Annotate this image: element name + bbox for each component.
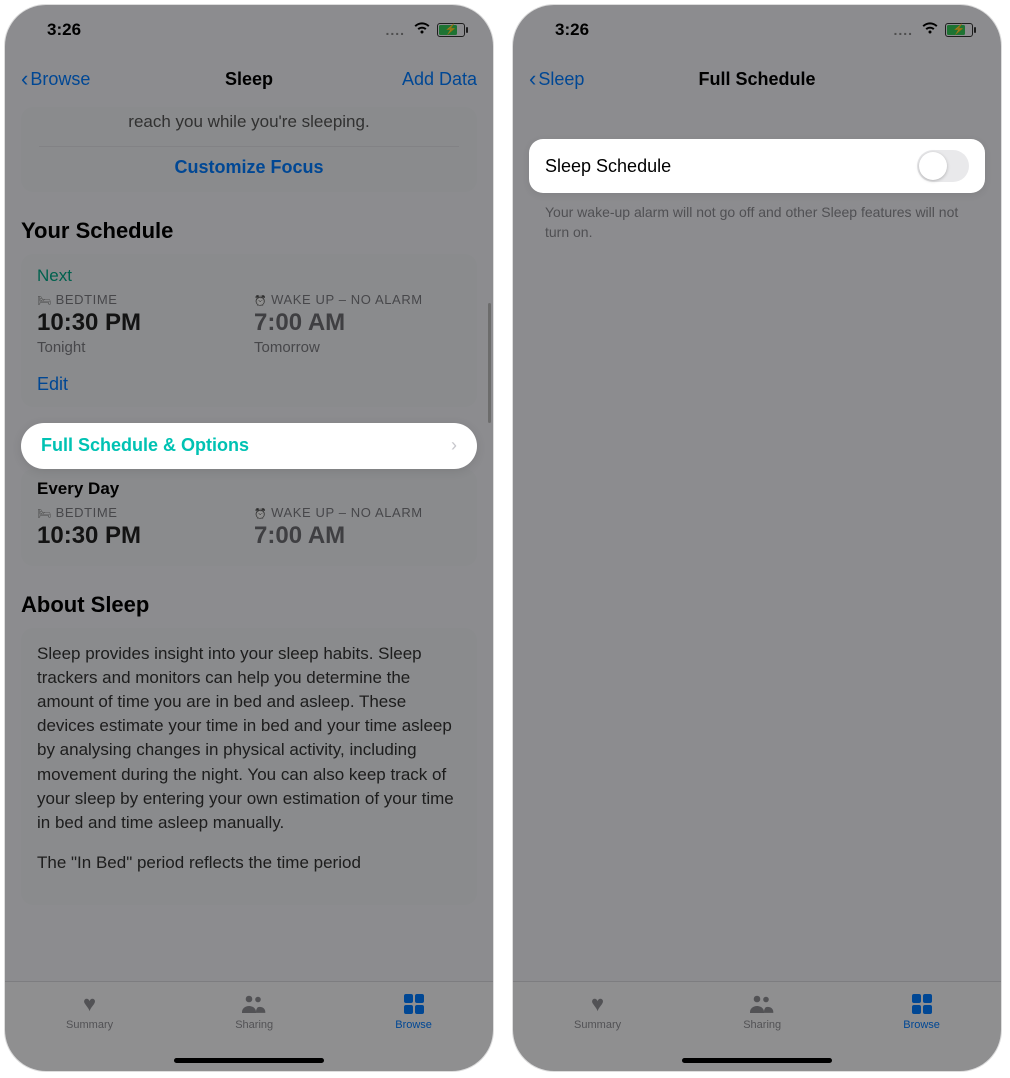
every-wake-label: WAKE UP – NO ALARM	[254, 505, 461, 520]
bedtime-sub: Tonight	[37, 339, 244, 356]
about-paragraph-1: Sleep provides insight into your sleep h…	[37, 642, 461, 835]
tab-sharing[interactable]: Sharing	[743, 992, 781, 1031]
battery-icon: ⚡	[945, 23, 973, 37]
people-icon	[749, 992, 775, 1016]
full-schedule-options-button[interactable]: Full Schedule & Options ›	[21, 423, 477, 469]
every-wake-value: 7:00 AM	[254, 522, 461, 550]
grid-icon	[404, 992, 424, 1016]
edit-button[interactable]: Edit	[37, 374, 461, 395]
bed-icon	[37, 505, 52, 520]
schedule-footer-note: Your wake-up alarm will not go off and o…	[529, 193, 985, 252]
wifi-icon	[921, 20, 939, 40]
about-paragraph-2: The "In Bed" period reflects the time pe…	[37, 851, 461, 875]
tab-sharing[interactable]: Sharing	[235, 992, 273, 1031]
focus-card: reach you while you're sleeping. Customi…	[21, 107, 477, 192]
focus-text: reach you while you're sleeping.	[39, 111, 459, 146]
chevron-right-icon: ›	[451, 435, 457, 456]
sleep-schedule-label: Sleep Schedule	[545, 156, 671, 177]
page-title: Full Schedule	[698, 69, 815, 90]
home-indicator[interactable]	[682, 1058, 832, 1063]
about-sleep-header: About Sleep	[21, 592, 477, 618]
content-area[interactable]: Sleep Schedule Your wake-up alarm will n…	[513, 103, 1001, 981]
status-bar: 3:26 .... ⚡	[513, 5, 1001, 55]
tab-summary[interactable]: ♥ Summary	[574, 992, 621, 1031]
wakeup-value: 7:00 AM	[254, 309, 461, 337]
bed-icon	[37, 292, 52, 307]
phone-full-schedule-screen: 3:26 .... ⚡ ‹ Sleep Full Schedule Sleep …	[512, 4, 1002, 1072]
nav-bar: ‹ Sleep Full Schedule	[513, 55, 1001, 103]
status-bar: 3:26 .... ⚡	[5, 5, 493, 55]
about-sleep-card: Sleep provides insight into your sleep h…	[21, 628, 477, 905]
next-label: Next	[37, 266, 461, 286]
wakeup-sub: Tomorrow	[254, 339, 461, 356]
grid-icon	[912, 992, 932, 1016]
tab-browse[interactable]: Browse	[395, 992, 432, 1031]
home-indicator[interactable]	[174, 1058, 324, 1063]
back-label: Sleep	[538, 69, 584, 90]
wakeup-label: WAKE UP – NO ALARM	[254, 292, 461, 307]
every-day-card: Every Day BEDTIME 10:30 PM WAKE UP – NO …	[21, 469, 477, 566]
every-day-title: Every Day	[37, 479, 461, 499]
content-area[interactable]: reach you while you're sleeping. Customi…	[5, 103, 493, 981]
wifi-icon	[413, 20, 431, 40]
cellular-dots-icon: ....	[385, 22, 405, 38]
sleep-schedule-row: Sleep Schedule	[529, 139, 985, 193]
toggle-knob	[919, 152, 947, 180]
every-bed-label: BEDTIME	[37, 505, 244, 520]
status-time: 3:26	[555, 20, 589, 40]
bedtime-value: 10:30 PM	[37, 309, 244, 337]
people-icon	[241, 992, 267, 1016]
back-label: Browse	[30, 69, 90, 90]
every-bed-value: 10:30 PM	[37, 522, 244, 550]
alarm-icon	[254, 505, 267, 520]
sleep-schedule-toggle[interactable]	[917, 150, 969, 182]
tab-browse[interactable]: Browse	[903, 992, 940, 1031]
back-button[interactable]: ‹ Sleep	[529, 68, 584, 90]
scrollbar[interactable]	[488, 303, 491, 423]
nav-bar: ‹ Browse Sleep Add Data	[5, 55, 493, 103]
add-data-button[interactable]: Add Data	[402, 69, 477, 90]
next-schedule-card: Next BEDTIME 10:30 PM Tonight WAKE UP – …	[21, 254, 477, 407]
heart-icon: ♥	[83, 992, 96, 1016]
chevron-left-icon: ‹	[529, 68, 536, 90]
back-button[interactable]: ‹ Browse	[21, 68, 90, 90]
customize-focus-button[interactable]: Customize Focus	[39, 146, 459, 178]
bedtime-label: BEDTIME	[37, 292, 244, 307]
your-schedule-header: Your Schedule	[21, 218, 477, 244]
battery-icon: ⚡	[437, 23, 465, 37]
tab-summary[interactable]: ♥ Summary	[66, 992, 113, 1031]
tab-bar: ♥ Summary Sharing Browse	[5, 981, 493, 1071]
status-time: 3:26	[47, 20, 81, 40]
cellular-dots-icon: ....	[893, 22, 913, 38]
heart-icon: ♥	[591, 992, 604, 1016]
phone-sleep-screen: 3:26 .... ⚡ ‹ Browse Sleep Add Data reac…	[4, 4, 494, 1072]
full-schedule-label: Full Schedule & Options	[41, 435, 249, 456]
page-title: Sleep	[225, 69, 273, 90]
tab-bar: ♥ Summary Sharing Browse	[513, 981, 1001, 1071]
chevron-left-icon: ‹	[21, 68, 28, 90]
alarm-icon	[254, 292, 267, 307]
